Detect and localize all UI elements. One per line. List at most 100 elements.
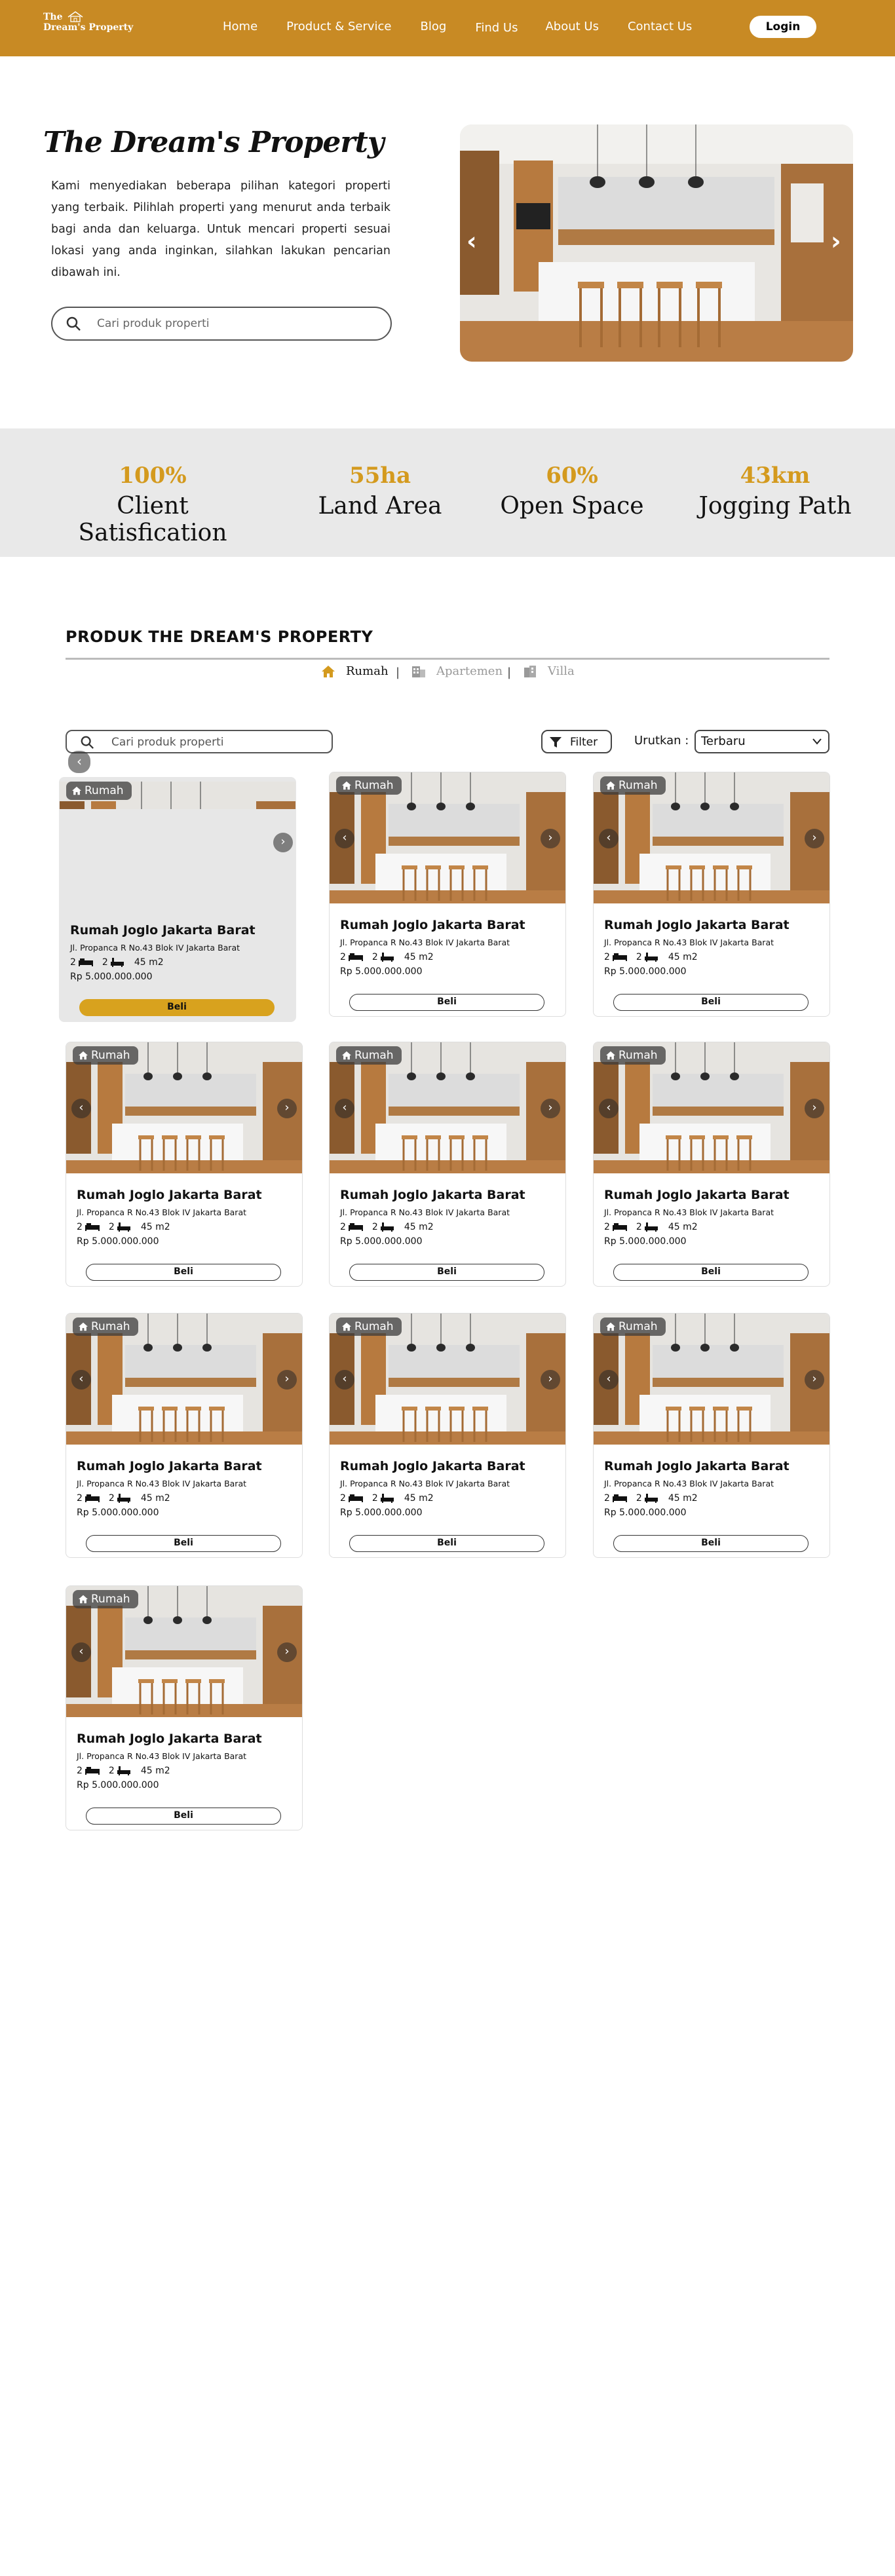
category-badge: Rumah: [73, 1590, 138, 1608]
bed-count: 2: [77, 1222, 83, 1232]
card-prev-button[interactable]: ‹: [71, 1642, 91, 1662]
category-badge: Rumah: [336, 1317, 402, 1336]
product-card[interactable]: Rumah ‹ › Rumah Joglo Jakarta Barat Jl. …: [593, 1042, 830, 1287]
card-next-button[interactable]: ›: [805, 1099, 824, 1118]
card-next-button[interactable]: ›: [541, 1370, 560, 1390]
card-price: Rp 5.000.000.000: [70, 972, 153, 982]
card-title: Rumah Joglo Jakarta Barat: [77, 1188, 262, 1202]
card-prev-button[interactable]: ‹: [335, 1099, 354, 1118]
stat-open-space: 60% Open Space: [474, 463, 670, 520]
nav-blog[interactable]: Blog: [421, 20, 447, 35]
filter-button[interactable]: Filter: [541, 730, 612, 753]
bath-count: 2: [636, 1493, 642, 1504]
funnel-icon: [550, 737, 562, 748]
card-address: Jl. Propanca R No.43 Blok IV Jakarta Bar…: [604, 1479, 774, 1488]
separator: |: [396, 666, 400, 679]
buy-button[interactable]: Beli: [349, 1264, 544, 1281]
category-badge: Rumah: [336, 1046, 402, 1065]
bath-count: 2: [636, 952, 642, 962]
carousel-prev-arrow-icon[interactable]: ‹: [467, 227, 477, 256]
card-next-button[interactable]: ›: [541, 1099, 560, 1118]
category-apartemen[interactable]: Apartemen: [411, 664, 503, 678]
bath-count: 2: [102, 957, 108, 968]
card-prev-button[interactable]: ‹: [335, 829, 354, 848]
buy-button[interactable]: Beli: [86, 1535, 281, 1552]
card-price: Rp 5.000.000.000: [77, 1780, 159, 1790]
card-next-button[interactable]: ›: [541, 829, 560, 848]
nav-home[interactable]: Home: [223, 20, 257, 35]
card-features: 2 2 45 m2: [77, 1766, 170, 1776]
bath-count: 2: [108, 1222, 115, 1232]
card-next-button[interactable]: ›: [277, 1370, 297, 1390]
home-icon: [322, 665, 335, 677]
buy-button[interactable]: Beli: [613, 994, 809, 1011]
buy-button[interactable]: Beli: [613, 1535, 809, 1552]
product-card[interactable]: Rumah › Rumah Joglo Jakarta Barat Jl. Pr…: [59, 777, 296, 1022]
bed-icon: [612, 953, 627, 961]
card-prev-button[interactable]: ‹: [599, 829, 619, 848]
card-price: Rp 5.000.000.000: [604, 1507, 687, 1518]
badge-label: Rumah: [619, 1049, 658, 1062]
card-next-button[interactable]: ›: [273, 833, 293, 852]
category-rumah[interactable]: Rumah: [321, 664, 389, 678]
bed-icon: [348, 1494, 363, 1502]
card-features: 2 2 45 m2: [340, 1493, 434, 1504]
hero-title: The Dream's Property: [43, 126, 384, 159]
carousel-prev-button[interactable]: ‹: [68, 751, 90, 773]
buy-button[interactable]: Beli: [86, 1264, 281, 1281]
bed-icon: [348, 953, 363, 961]
card-prev-button[interactable]: ‹: [335, 1370, 354, 1390]
product-card[interactable]: Rumah ‹ › Rumah Joglo Jakarta Barat Jl. …: [593, 1313, 830, 1558]
card-next-button[interactable]: ›: [277, 1099, 297, 1118]
card-next-button[interactable]: ›: [805, 1370, 824, 1390]
badge-label: Rumah: [91, 1049, 130, 1062]
card-next-button[interactable]: ›: [805, 829, 824, 848]
card-address: Jl. Propanca R No.43 Blok IV Jakarta Bar…: [340, 938, 510, 947]
buy-button[interactable]: Beli: [86, 1808, 281, 1825]
hero-search-input[interactable]: Cari produk properti: [51, 307, 392, 341]
card-prev-button[interactable]: ‹: [599, 1099, 619, 1118]
nav-about-us[interactable]: About Us: [545, 20, 599, 35]
house-logo-icon: [67, 11, 83, 22]
home-icon: [342, 1051, 351, 1060]
bathtub-icon: [110, 958, 124, 967]
bath-count: 2: [371, 1493, 378, 1504]
product-card[interactable]: Rumah ‹ › Rumah Joglo Jakarta Barat Jl. …: [66, 1585, 303, 1830]
nav-find-us[interactable]: Find Us: [475, 21, 518, 35]
product-card[interactable]: Rumah ‹ › Rumah Joglo Jakarta Barat Jl. …: [593, 772, 830, 1017]
product-card[interactable]: Rumah ‹ › Rumah Joglo Jakarta Barat Jl. …: [329, 772, 566, 1017]
home-icon: [606, 781, 615, 790]
buy-button[interactable]: Beli: [79, 999, 275, 1016]
nav-contact-us[interactable]: Contact Us: [628, 20, 692, 35]
buy-button[interactable]: Beli: [349, 994, 544, 1011]
card-address: Jl. Propanca R No.43 Blok IV Jakarta Bar…: [77, 1751, 247, 1761]
login-button[interactable]: Login: [750, 16, 816, 38]
card-prev-button[interactable]: ‹: [599, 1370, 619, 1390]
card-price: Rp 5.000.000.000: [340, 1507, 423, 1518]
buy-button[interactable]: Beli: [613, 1264, 809, 1281]
card-prev-button[interactable]: ‹: [71, 1099, 91, 1118]
logo[interactable]: The Dream's Property: [43, 11, 133, 33]
product-card[interactable]: Rumah ‹ › Rumah Joglo Jakarta Barat Jl. …: [66, 1313, 303, 1558]
stat-land-area: 55ha Land Area: [282, 463, 478, 520]
carousel-next-arrow-icon[interactable]: ›: [831, 227, 841, 256]
product-card[interactable]: Rumah ‹ › Rumah Joglo Jakarta Barat Jl. …: [329, 1313, 566, 1558]
card-prev-button[interactable]: ‹: [71, 1370, 91, 1390]
sort-select[interactable]: Terbaru: [695, 730, 829, 753]
nav-product-service[interactable]: Product & Service: [286, 20, 391, 35]
buy-button[interactable]: Beli: [349, 1535, 544, 1552]
category-badge: Rumah: [73, 1317, 138, 1336]
divider: [66, 658, 829, 660]
bath-count: 2: [108, 1493, 115, 1504]
category-villa[interactable]: Villa: [523, 664, 575, 678]
product-card[interactable]: Rumah ‹ › Rumah Joglo Jakarta Barat Jl. …: [66, 1042, 303, 1287]
card-title: Rumah Joglo Jakarta Barat: [77, 1732, 262, 1746]
product-card[interactable]: Rumah ‹ › Rumah Joglo Jakarta Barat Jl. …: [329, 1042, 566, 1287]
card-title: Rumah Joglo Jakarta Barat: [77, 1459, 262, 1473]
bathtub-icon: [644, 1222, 658, 1232]
search-icon: [66, 316, 81, 331]
product-search-input[interactable]: Cari produk properti: [66, 730, 333, 753]
bed-icon: [85, 1223, 100, 1231]
bathtub-icon: [117, 1494, 130, 1503]
card-next-button[interactable]: ›: [277, 1642, 297, 1662]
